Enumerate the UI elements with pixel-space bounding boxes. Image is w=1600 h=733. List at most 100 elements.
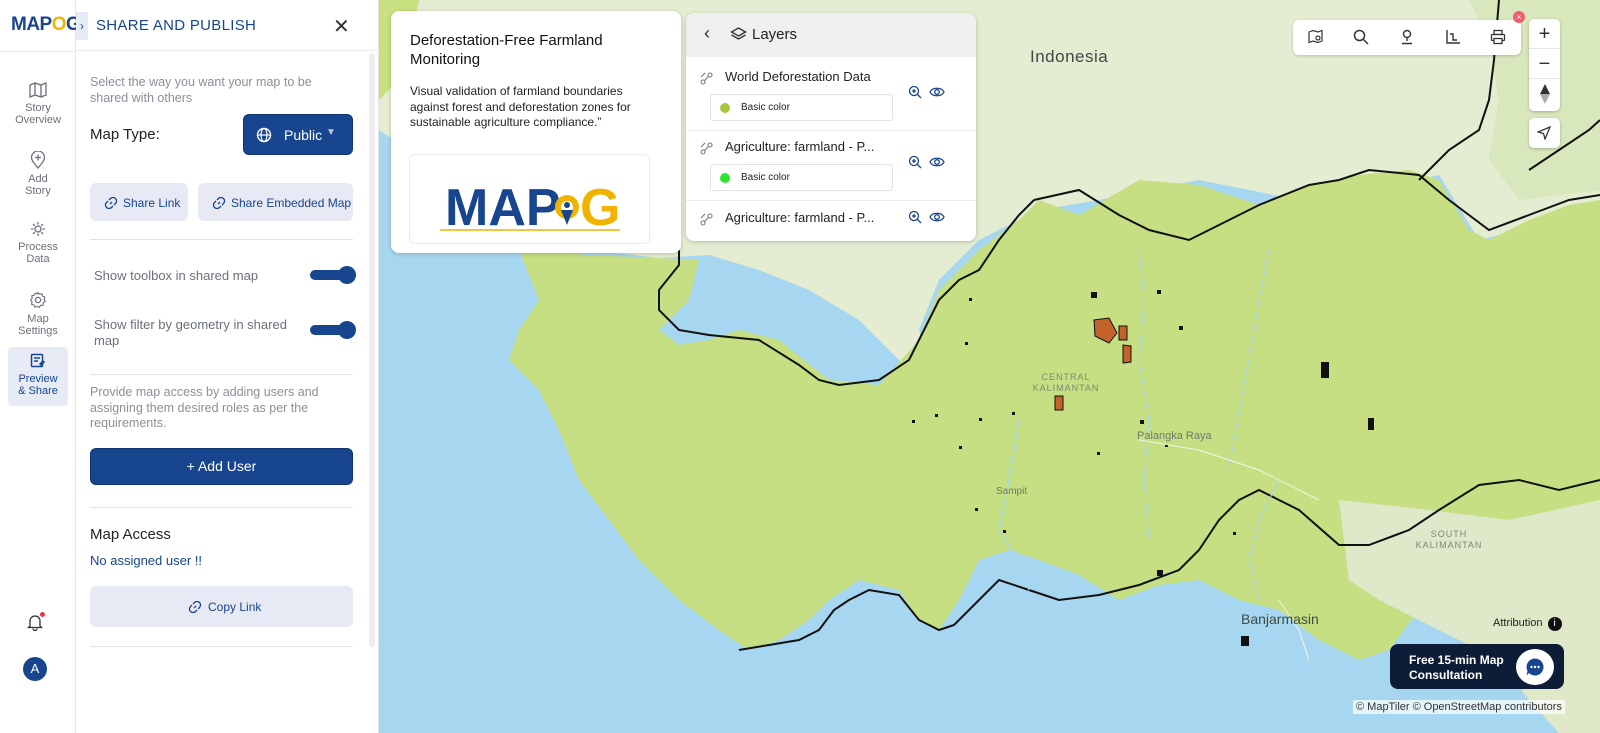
close-icon[interactable]: ✕: [333, 14, 350, 39]
chevron-right-icon[interactable]: ›: [76, 12, 88, 40]
share-publish-panel: › SHARE AND PUBLISH ✕ Select the way you…: [76, 0, 379, 733]
search-icon[interactable]: [1353, 29, 1369, 45]
zoom-to-layer-icon[interactable]: [908, 155, 922, 174]
rail-item-map-settings[interactable]: Map Settings: [8, 285, 68, 337]
geolocate-button[interactable]: [1529, 118, 1560, 148]
consultation-widget[interactable]: Free 15-min Map Consultation: [1390, 644, 1564, 689]
avatar[interactable]: A: [23, 657, 47, 681]
rail-divider: [0, 51, 76, 52]
zoom-to-layer-icon[interactable]: [908, 210, 922, 229]
measure-icon[interactable]: [1445, 29, 1461, 45]
layer-item[interactable]: World Deforestation Data Basic color: [686, 69, 976, 131]
eye-icon[interactable]: [929, 85, 945, 104]
close-toolbar-icon[interactable]: ×: [1513, 11, 1525, 23]
link-icon: [212, 196, 226, 210]
caret-down-icon: ▼: [326, 127, 336, 138]
layers-header: ‹ Layers: [686, 13, 976, 57]
link-icon: [104, 196, 118, 210]
rail-item-preview-share[interactable]: Preview & Share: [8, 347, 68, 406]
divider: [90, 646, 353, 647]
mapog-logo[interactable]: MAPOG: [11, 14, 81, 36]
divider: [90, 507, 353, 508]
story-description: Visual validation of farmland boundaries…: [410, 84, 631, 129]
layer-name: World Deforestation Data: [725, 69, 871, 84]
map-type-value: Public: [284, 127, 323, 143]
pin-icon[interactable]: [1399, 29, 1415, 45]
map-toolbar: [1293, 20, 1521, 55]
eye-icon[interactable]: [929, 155, 945, 174]
panel-title: SHARE AND PUBLISH: [96, 17, 257, 34]
layer-name: Agriculture: farmland - P...: [725, 210, 875, 225]
layer-item[interactable]: Agriculture: farmland - P...: [686, 210, 976, 236]
layer-color-swatch[interactable]: Basic color: [710, 94, 893, 121]
panel-header: › SHARE AND PUBLISH ✕: [76, 0, 379, 51]
attribution-link[interactable]: Attribution i: [1493, 617, 1562, 631]
divider: [90, 374, 353, 375]
globe-icon: [256, 127, 272, 143]
svg-text:MAP: MAP: [445, 179, 561, 237]
layer-name: Agriculture: farmland - P...: [725, 139, 875, 154]
svg-text:G: G: [580, 179, 620, 237]
map-label-indonesia: Indonesia: [1030, 47, 1109, 66]
zoom-to-layer-icon[interactable]: [908, 85, 922, 104]
app-root: MAPOG Story Overview Add Story Process D…: [0, 0, 1600, 733]
color-label: Basic color: [741, 102, 790, 113]
zoom-in-button[interactable]: +: [1529, 19, 1560, 49]
panel-scrollbar[interactable]: [369, 53, 375, 647]
eye-icon[interactable]: [929, 210, 945, 229]
zoom-control: + −: [1529, 19, 1560, 111]
story-info-card: Deforestation-Free Farmland Monitoring V…: [391, 11, 681, 253]
layer-type-icon: [700, 142, 713, 155]
rail-label: Preview & Share: [18, 373, 58, 397]
map-type-label: Map Type:: [90, 126, 160, 143]
info-icon[interactable]: i: [1547, 617, 1562, 631]
share-link-label: Share Link: [123, 196, 181, 210]
toggle-toolbox-switch[interactable]: [310, 266, 356, 284]
add-user-button[interactable]: + Add User: [90, 448, 353, 485]
map-label-sampit: Sampit: [996, 486, 1028, 497]
map-search-icon[interactable]: [1308, 29, 1324, 45]
icon-rail: MAPOG Story Overview Add Story Process D…: [0, 0, 81, 733]
notification-dot: [40, 612, 45, 617]
map-label-south-kalimantan: SOUTH KALIMANTAN: [1415, 529, 1483, 550]
share-embedded-button[interactable]: Share Embedded Map: [198, 183, 353, 221]
consultation-text: Free 15-min Map Consultation: [1409, 653, 1504, 682]
map-label-central-kalimantan: CENTRAL KALIMANTAN: [1032, 372, 1100, 393]
map-label-palangka-raya: Palangka Raya: [1137, 430, 1212, 442]
navigation-arrow-icon: [1537, 126, 1551, 140]
map-icon: [29, 82, 47, 98]
zoom-out-button[interactable]: −: [1529, 49, 1560, 79]
copy-link-button[interactable]: Copy Link: [90, 586, 353, 627]
toggle-filter-switch[interactable]: [310, 321, 356, 339]
back-chevron-icon[interactable]: ‹: [704, 23, 710, 44]
layer-item[interactable]: Agriculture: farmland - P... Basic color: [686, 139, 976, 201]
layers-icon: [730, 27, 747, 40]
layer-divider: [686, 130, 976, 131]
layer-type-icon: [700, 72, 713, 85]
print-icon[interactable]: [1490, 29, 1506, 45]
chat-bubble-icon: [1526, 658, 1544, 676]
layer-color-swatch[interactable]: Basic color: [710, 164, 893, 191]
color-dot: [720, 103, 730, 113]
map-type-select[interactable]: Public ▼: [243, 114, 353, 155]
chat-button[interactable]: [1516, 649, 1554, 685]
gear-cog-icon: [31, 222, 45, 236]
preview-share-icon: [30, 353, 45, 368]
layer-type-icon: [700, 213, 713, 226]
map-access-title: Map Access: [90, 526, 171, 543]
compass-button[interactable]: [1529, 79, 1560, 109]
rail-item-process-data[interactable]: Process Data: [8, 215, 68, 267]
copy-link-label: Copy Link: [208, 600, 262, 614]
map-label-banjarmasin: Banjarmasin: [1241, 611, 1319, 627]
color-dot: [720, 173, 730, 183]
rail-label: Map Settings: [18, 313, 58, 337]
rail-item-add-story[interactable]: Add Story: [8, 145, 68, 197]
divider: [90, 239, 353, 240]
share-intro-text: Select the way you want your map to be s…: [90, 75, 312, 105]
rail-item-story-overview[interactable]: Story Overview: [8, 76, 68, 128]
settings-icon: [29, 291, 46, 309]
map-copyright[interactable]: © MapTiler © OpenStreetMap contributors: [1353, 700, 1565, 714]
story-title: Deforestation-Free Farmland Monitoring: [410, 32, 603, 68]
rail-label: Story Overview: [15, 102, 61, 126]
share-link-button[interactable]: Share Link: [90, 183, 188, 221]
